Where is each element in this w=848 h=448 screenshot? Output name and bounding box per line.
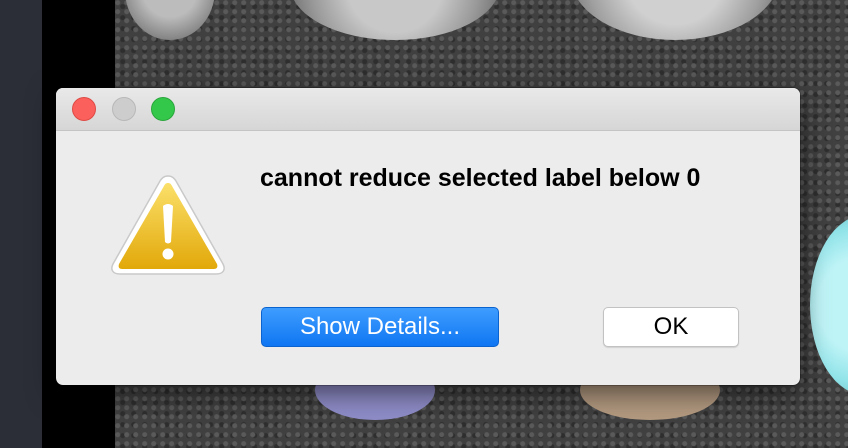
close-window-button[interactable] [72,97,96,121]
image-region [125,0,215,40]
alert-dialog: cannot reduce selected label below 0 Sho… [56,88,800,385]
zoom-window-button[interactable] [151,97,175,121]
warning-triangle-icon [111,175,225,275]
minimize-window-button [112,97,136,121]
sidebar-strip [0,0,42,448]
image-region [290,0,500,40]
label-region-cyan [810,215,848,395]
dialog-titlebar [56,88,800,131]
show-details-button[interactable]: Show Details... [261,307,499,347]
ok-button[interactable]: OK [603,307,739,347]
alert-message: cannot reduce selected label below 0 [260,164,701,192]
image-region [570,0,780,40]
